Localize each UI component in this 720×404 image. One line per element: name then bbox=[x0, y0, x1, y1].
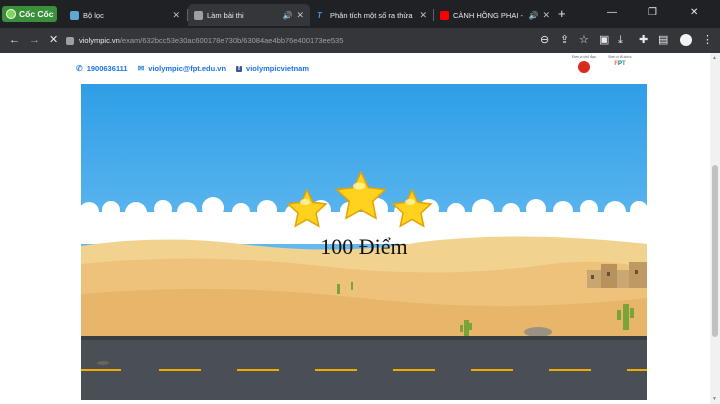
bookmark-star-icon[interactable]: ☆ bbox=[579, 33, 589, 47]
browser-brand-label: Cốc Cốc bbox=[19, 9, 54, 19]
profile-avatar[interactable] bbox=[680, 34, 692, 46]
new-tab-icon[interactable]: + bbox=[558, 7, 566, 20]
rock bbox=[524, 327, 552, 337]
close-tab-icon[interactable]: ✕ bbox=[172, 10, 180, 21]
youtube-icon bbox=[440, 10, 449, 20]
browser-brand-button[interactable]: Cốc Cốc bbox=[2, 6, 58, 22]
download-icon[interactable]: ⤓ bbox=[618, 33, 623, 47]
coccoc-logo-icon bbox=[6, 9, 16, 19]
sponsor-organizer: Đơn vị tổ chức FPT bbox=[605, 55, 635, 67]
scroll-down-icon[interactable]: ▼ bbox=[712, 396, 717, 402]
close-window-icon[interactable]: ✕ bbox=[690, 7, 698, 18]
scroll-up-icon[interactable]: ▲ bbox=[712, 55, 717, 61]
minimize-icon[interactable]: — bbox=[607, 7, 617, 18]
tab-title: Phân tích một số ra thừa số n bbox=[330, 10, 415, 20]
sponsor-lead-label: Đơn vị chủ đạo bbox=[572, 55, 596, 59]
zoom-icon[interactable]: ⊖ bbox=[540, 33, 549, 47]
tab-lam-bai-thi[interactable]: Làm bài thi 🔊 ✕ bbox=[188, 4, 310, 26]
speaker-icon[interactable]: 🔊 bbox=[282, 11, 292, 20]
browser-tab-strip: Cốc Cốc Bộ lọc ✕ Làm bài thi 🔊 ✕ T Phân … bbox=[0, 0, 720, 28]
tab-title: CÀNH HỒNG PHAI - NHẠC bbox=[453, 10, 525, 20]
adblock-icon[interactable]: ▣ bbox=[599, 33, 609, 47]
email-contact[interactable]: ✉ violympic@fpt.edu.vn bbox=[138, 64, 226, 73]
facebook-icon: f bbox=[236, 65, 243, 72]
facebook-name: violympicvietnam bbox=[246, 64, 309, 73]
address-bar[interactable]: violympic.vn /exam/632bcc53e30ac600178e7… bbox=[66, 32, 534, 49]
extensions-icon[interactable]: ✚ bbox=[639, 33, 648, 47]
tab-canh-hong-phai[interactable]: CÀNH HỒNG PHAI - NHẠC 🔊 ✕ bbox=[434, 4, 556, 26]
maximize-icon[interactable]: ❐ bbox=[648, 7, 657, 18]
speaker-icon[interactable]: 🔊 bbox=[528, 11, 538, 20]
score-text: 100 Điểm bbox=[320, 234, 408, 259]
tab-phan-tich[interactable]: T Phân tích một số ra thừa số n ✕ bbox=[311, 4, 433, 26]
back-icon[interactable]: ← bbox=[9, 33, 20, 47]
sidebar-icon[interactable]: ▤ bbox=[658, 33, 668, 47]
stop-loading-icon[interactable]: ✕ bbox=[49, 33, 58, 47]
email-address: violympic@fpt.edu.vn bbox=[148, 64, 227, 73]
forward-icon[interactable]: → bbox=[29, 33, 40, 47]
url-host: violympic.vn bbox=[79, 36, 120, 45]
close-tab-icon[interactable]: ✕ bbox=[296, 10, 304, 21]
page-scrollbar[interactable]: ▲ ▼ bbox=[710, 53, 720, 404]
tab-favicon-icon bbox=[70, 10, 79, 20]
sponsor-lead: Đơn vị chủ đạo bbox=[569, 55, 599, 73]
contact-bar: ✆ 1900636111 ✉ violympic@fpt.edu.vn f vi… bbox=[76, 64, 319, 73]
url-path: /exam/632bcc53e30ac600178e730b/63084ae4b… bbox=[119, 36, 344, 45]
scrollbar-thumb[interactable] bbox=[712, 165, 718, 337]
tab-bo-loc[interactable]: Bộ lọc ✕ bbox=[64, 4, 186, 26]
fpt-logo: FPT bbox=[614, 61, 626, 67]
phone-number: 1900636111 bbox=[86, 64, 128, 73]
site-info-icon[interactable] bbox=[66, 36, 74, 45]
phone-contact[interactable]: ✆ 1900636111 bbox=[76, 64, 128, 73]
tab-title: Bộ lọc bbox=[83, 10, 104, 20]
share-icon[interactable]: ⇪ bbox=[560, 33, 569, 47]
road bbox=[81, 336, 647, 400]
tab-favicon-icon: T bbox=[317, 10, 322, 20]
phone-icon: ✆ bbox=[76, 64, 83, 73]
facebook-contact[interactable]: f violympicvietnam bbox=[236, 64, 309, 73]
close-tab-icon[interactable]: ✕ bbox=[542, 10, 550, 21]
browser-toolbar: ← → ✕ violympic.vn /exam/632bcc53e30ac60… bbox=[0, 28, 720, 53]
menu-icon[interactable]: ⋮ bbox=[702, 33, 713, 47]
tab-favicon-icon bbox=[194, 10, 203, 20]
game-area: 100 Điểm bbox=[81, 84, 647, 400]
national-emblem-icon bbox=[578, 61, 590, 73]
sponsor-organizer-label: Đơn vị tổ chức bbox=[608, 55, 632, 59]
mail-icon: ✉ bbox=[137, 64, 145, 73]
close-tab-icon[interactable]: ✕ bbox=[419, 10, 427, 21]
tab-title: Làm bài thi bbox=[207, 10, 244, 20]
